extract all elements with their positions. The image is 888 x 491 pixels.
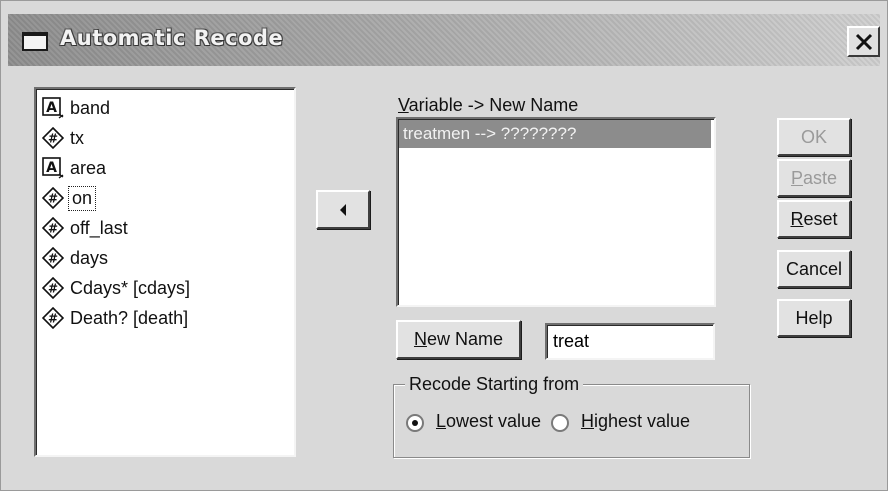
variable-name: off_last — [70, 217, 128, 238]
variable-list[interactable]: A band # tx A area # on # off_last # day… — [34, 87, 296, 457]
paste-button[interactable]: Paste — [777, 159, 851, 197]
radio-selected-dot — [412, 420, 418, 426]
numeric-variable-icon: # — [42, 247, 64, 269]
ok-button[interactable]: OK — [777, 118, 851, 156]
list-item[interactable]: # Cdays* [cdays] — [42, 273, 190, 303]
variable-name: Death? [death] — [70, 307, 189, 328]
list-item[interactable]: # Death? [death] — [42, 303, 188, 333]
mapping-label: Variable -> New Name — [398, 95, 579, 115]
mapping-list[interactable]: treatmen --> ???????? — [396, 117, 716, 307]
numeric-variable-icon: # — [42, 127, 64, 149]
list-item[interactable]: # off_last — [42, 213, 128, 243]
list-item[interactable]: # days — [42, 243, 108, 273]
variable-name: tx — [70, 127, 85, 148]
close-button[interactable] — [847, 26, 880, 57]
numeric-variable-icon: # — [42, 187, 64, 209]
cancel-button[interactable]: Cancel — [777, 250, 851, 288]
list-item[interactable]: # tx — [42, 123, 84, 153]
svg-text:#: # — [48, 312, 58, 326]
lowest-value-radio[interactable] — [406, 414, 424, 432]
lowest-value-label[interactable]: Lowest value — [436, 411, 541, 432]
numeric-variable-icon: # — [42, 217, 64, 239]
reset-button[interactable]: Reset — [777, 200, 851, 238]
mapping-item[interactable]: treatmen --> ???????? — [399, 120, 711, 148]
svg-text:#: # — [48, 132, 58, 146]
string-variable-icon: A — [42, 97, 64, 119]
svg-text:#: # — [48, 192, 58, 206]
variable-name: on — [67, 185, 97, 211]
move-back-button[interactable] — [316, 190, 370, 229]
variable-name: Cdays* [cdays] — [70, 277, 191, 298]
variable-name: area — [70, 157, 107, 178]
variable-name: band — [70, 97, 111, 118]
new-name-button[interactable]: New Name — [396, 320, 521, 359]
window-title: Automatic Recode — [60, 26, 284, 50]
svg-text:#: # — [48, 252, 58, 266]
window-icon — [22, 32, 48, 51]
numeric-variable-icon: # — [42, 307, 64, 329]
recode-group-legend: Recode Starting from — [405, 374, 584, 395]
svg-text:A: A — [46, 160, 57, 176]
new-name-field[interactable] — [545, 323, 715, 360]
close-icon — [855, 33, 873, 51]
svg-text:#: # — [48, 222, 58, 236]
string-variable-icon: A — [42, 157, 64, 179]
highest-value-label[interactable]: Highest value — [581, 411, 690, 432]
highest-value-radio[interactable] — [551, 414, 569, 432]
variable-name: days — [70, 247, 109, 268]
help-button[interactable]: Help — [777, 299, 851, 337]
list-item[interactable]: A band — [42, 93, 110, 123]
list-item[interactable]: # on — [42, 183, 97, 213]
numeric-variable-icon: # — [42, 277, 64, 299]
svg-text:#: # — [48, 282, 58, 296]
svg-text:A: A — [46, 100, 57, 116]
list-item[interactable]: A area — [42, 153, 106, 183]
arrow-left-icon — [340, 203, 346, 216]
